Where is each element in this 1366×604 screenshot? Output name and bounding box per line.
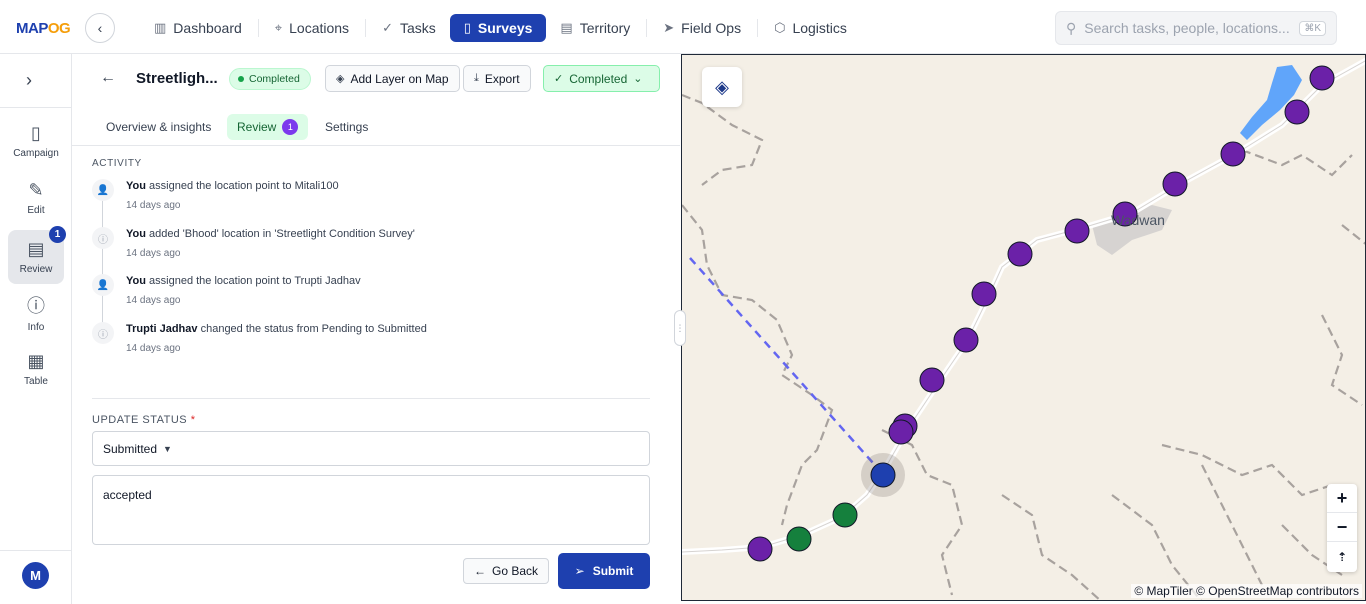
town-label: Wadwan	[1111, 212, 1165, 228]
arrow-left-icon: ←	[100, 69, 116, 86]
update-status-label: UPDATE STATUS *	[92, 414, 196, 426]
zoom-in-button[interactable]: +	[1327, 484, 1357, 513]
top-bar: MAPOG ‹ ▥ Dashboard ⌖ Locations ✓ Tasks ▯ Su…	[0, 0, 1366, 54]
status-select[interactable]: Submitted ▼	[92, 431, 650, 466]
review-count-badge: 1	[282, 119, 299, 135]
location-marker	[1162, 171, 1188, 197]
rail-item-review[interactable]: ▤ Review 1	[8, 226, 66, 284]
layers-button[interactable]: ◈	[702, 67, 742, 107]
bar-chart-icon: ▥	[154, 20, 167, 35]
nav-logistics[interactable]: ⬡ Logistics	[760, 14, 861, 42]
chevron-down-icon: ⌄	[633, 73, 643, 85]
expand-rail-button[interactable]: ›	[26, 70, 32, 91]
activity-item: 👤 You assigned the location point to Tru…	[92, 269, 652, 309]
chevron-right-icon: ›	[26, 70, 32, 90]
location-marker	[1309, 65, 1335, 91]
comment-textarea[interactable]: accepted	[92, 475, 650, 545]
rail-item-campaign[interactable]: ▯ Campaign	[8, 114, 64, 168]
info-icon: ⓘ	[27, 295, 45, 316]
add-layer-button[interactable]: ◈ Add Layer on Map	[325, 65, 460, 92]
left-rail: › ▯ Campaign ✎ Edit ▤ Review 1 ⓘ Info ▦ Table …	[0, 54, 72, 604]
caret-down-icon: ▼	[163, 443, 172, 454]
check-icon: ✓	[382, 20, 393, 35]
search-icon: ⚲	[1066, 19, 1077, 36]
back-button[interactable]: ←	[100, 69, 116, 87]
go-back-button[interactable]: ← Go Back	[463, 558, 549, 584]
main-nav: ▥ Dashboard ⌖ Locations ✓ Tasks ▯ Surveys ▤ T…	[140, 13, 861, 43]
arrow-left-icon: ←	[473, 564, 486, 578]
location-marker	[747, 536, 773, 562]
activity-item: 👤 You assigned the location point to Mit…	[92, 174, 652, 214]
compass-icon: ⇡	[1336, 549, 1348, 564]
panel-tabs: Overview & insights Review 1 Settings	[72, 108, 680, 146]
map-pin-icon: ⌖	[274, 20, 283, 35]
location-marker	[888, 419, 914, 445]
rail-item-edit[interactable]: ✎ Edit	[8, 171, 64, 225]
map-view[interactable]: Wadwan ◈ + − ⇡ © MapTiler © OpenStreetMa…	[681, 54, 1366, 601]
activity-item: ⓘ You added 'Bhood' location in 'Streetl…	[92, 222, 652, 262]
chevron-left-icon: ‹	[97, 20, 103, 36]
zoom-out-button[interactable]: −	[1327, 513, 1357, 542]
location-marker	[1220, 141, 1246, 167]
map-canvas	[682, 57, 1365, 600]
nav-territory[interactable]: ▤ Territory	[546, 14, 644, 42]
search-shortcut: ⌘K	[1299, 20, 1326, 36]
download-icon: ⤓	[474, 72, 479, 84]
nav-tasks[interactable]: ✓ Tasks	[368, 14, 450, 42]
zoom-controls: + − ⇡	[1327, 484, 1357, 572]
nav-dashboard[interactable]: ▥ Dashboard	[140, 14, 256, 42]
tab-overview[interactable]: Overview & insights	[96, 114, 221, 140]
tab-settings[interactable]: Settings	[315, 114, 378, 140]
collapse-back-button[interactable]: ‹	[85, 13, 115, 43]
info-icon: ⓘ	[92, 322, 114, 344]
status-badge: Completed	[229, 68, 311, 90]
edit-icon: ✎	[28, 180, 44, 200]
map-icon: ▤	[560, 20, 573, 35]
rail-item-table[interactable]: ▦ Table	[8, 342, 64, 396]
info-icon: ⓘ	[92, 227, 114, 249]
review-panel: ← Streetligh... Completed ◈ Add Layer on …	[72, 54, 680, 604]
location-marker	[832, 502, 858, 528]
map-attribution[interactable]: © MapTiler © OpenStreetMap contributors	[1131, 584, 1362, 598]
clipboard-icon: ▯	[463, 20, 471, 35]
check-icon: ✓	[554, 73, 564, 85]
location-marker	[919, 367, 945, 393]
user-icon: 👤	[92, 274, 114, 296]
activity-heading: ACTIVITY	[92, 158, 142, 169]
resize-handle[interactable]: ⋮	[674, 310, 686, 346]
location-marker	[1064, 218, 1090, 244]
send-icon: ➤	[663, 20, 675, 35]
status-dropdown-button[interactable]: ✓ Completed ⌄	[543, 65, 660, 92]
layers-icon: ◈	[715, 76, 729, 97]
tab-review[interactable]: Review 1	[227, 114, 309, 140]
box-icon: ⬡	[774, 20, 786, 35]
review-badge: 1	[49, 226, 66, 243]
location-marker	[1007, 241, 1033, 267]
location-marker	[971, 281, 997, 307]
clipboard-icon: ▯	[31, 123, 41, 143]
search-input[interactable]: ⚲ Search tasks, people, locations... ⌘K	[1055, 11, 1337, 45]
send-icon: ➢	[574, 564, 585, 578]
nav-field-ops[interactable]: ➤ Field Ops	[649, 14, 755, 42]
activity-item: ⓘ Trupti Jadhav changed the status from …	[92, 317, 652, 357]
selected-location-marker	[870, 462, 896, 488]
location-marker	[786, 526, 812, 552]
grid-icon: ▦	[27, 351, 45, 371]
document-icon: ▤	[27, 239, 45, 259]
layers-icon: ◈	[336, 73, 345, 85]
nav-surveys[interactable]: ▯ Surveys	[449, 14, 547, 42]
location-marker	[953, 327, 979, 353]
export-button[interactable]: ⤓ Export	[463, 65, 531, 92]
user-icon: 👤	[92, 179, 114, 201]
compass-reset-button[interactable]: ⇡	[1327, 542, 1357, 571]
app-logo[interactable]: MAPOG	[16, 20, 71, 37]
survey-title: Streetligh...	[136, 70, 218, 87]
location-marker	[1284, 99, 1310, 125]
submit-button[interactable]: ➢ Submit	[558, 553, 650, 589]
rail-item-info[interactable]: ⓘ Info	[8, 285, 64, 339]
nav-locations[interactable]: ⌖ Locations	[261, 14, 363, 42]
user-avatar[interactable]: M	[22, 562, 49, 589]
